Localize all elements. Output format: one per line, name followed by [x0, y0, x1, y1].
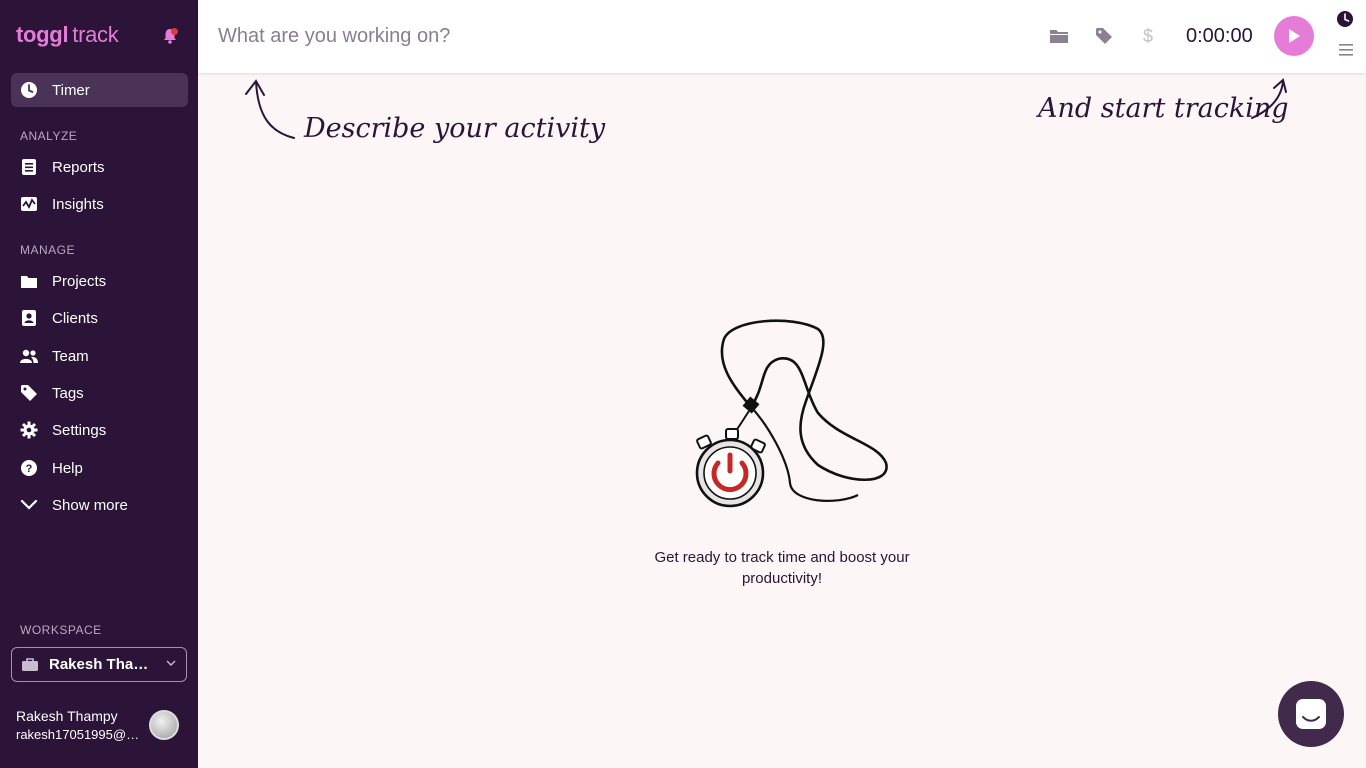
logo-brand: toggl — [16, 22, 69, 47]
sidebar-item-label: Show more — [52, 496, 128, 514]
description-input[interactable] — [218, 20, 918, 52]
sidebar-item-projects[interactable]: Projects — [11, 264, 188, 298]
start-timer-button[interactable] — [1274, 16, 1314, 56]
hint-describe-activity: Describe your activity — [304, 113, 606, 144]
sidebar-item-label: Tags — [52, 384, 84, 402]
user-email[interactable]: rakesh17051995@gmail.com — [16, 727, 146, 742]
tag-icon[interactable] — [1093, 26, 1115, 46]
stopwatch-illustration — [695, 319, 888, 508]
timer-mode-clock-icon[interactable] — [1336, 10, 1354, 28]
svg-text:?: ? — [26, 463, 33, 475]
hint-arrow-left — [245, 79, 295, 139]
sidebar-item-clients[interactable]: Clients — [11, 301, 188, 335]
avatar[interactable] — [149, 710, 179, 740]
reports-icon — [19, 157, 39, 177]
sidebar-item-reports[interactable]: Reports — [11, 150, 188, 184]
timer-bar: $ 0:00:00 — [198, 0, 1366, 73]
sidebar-item-insights[interactable]: Insights — [11, 187, 188, 221]
svg-text:$: $ — [1143, 26, 1153, 46]
team-icon — [19, 346, 39, 366]
sidebar-item-label: Insights — [52, 195, 104, 213]
briefcase-icon — [22, 658, 38, 671]
project-folder-icon[interactable] — [1048, 26, 1070, 46]
chevron-down-icon — [19, 495, 39, 515]
sidebar-item-team[interactable]: Team — [11, 339, 188, 373]
section-label-workspace: WORKSPACE — [20, 623, 102, 637]
insights-icon — [19, 194, 39, 214]
support-chat-button[interactable] — [1278, 681, 1344, 747]
logo-product: track — [72, 22, 119, 47]
user-name[interactable]: Rakesh Thampy — [16, 708, 118, 724]
section-label-manage: MANAGE — [20, 243, 76, 257]
manual-mode-list-icon[interactable] — [1338, 43, 1354, 57]
sidebar-item-label: Projects — [52, 272, 107, 290]
gear-icon — [19, 420, 39, 440]
client-icon — [19, 308, 39, 328]
sidebar-item-label: Settings — [52, 421, 107, 439]
chevron-down-icon — [166, 660, 176, 666]
timer-display: 0:00:00 — [1186, 25, 1253, 47]
billable-dollar-icon[interactable]: $ — [1137, 26, 1159, 46]
toggl-logo[interactable]: toggl track — [16, 22, 119, 48]
sidebar-item-label: Reports — [52, 158, 105, 176]
tag-icon — [19, 383, 39, 403]
sidebar-item-label: Timer — [52, 81, 90, 99]
workspace-selector[interactable]: Rakesh Thampy's workspace — [11, 647, 187, 682]
sidebar-item-show-more[interactable]: Show more — [11, 488, 188, 522]
notification-dot — [171, 28, 178, 35]
hint-arrow-right — [1251, 78, 1287, 119]
sidebar-item-timer[interactable]: Timer — [11, 73, 188, 107]
sidebar-item-help[interactable]: ? Help — [11, 451, 188, 485]
folder-icon — [19, 271, 39, 291]
section-label-analyze: ANALYZE — [20, 129, 78, 143]
help-icon: ? — [19, 458, 39, 478]
sidebar-item-label: Team — [52, 347, 89, 365]
sidebar-item-settings[interactable]: Settings — [11, 413, 188, 447]
empty-state-message: Get ready to track time and boost your p… — [654, 549, 910, 587]
chat-icon — [1296, 699, 1326, 729]
sidebar-item-label: Clients — [52, 309, 98, 327]
clock-icon — [19, 80, 39, 100]
play-icon — [1289, 29, 1300, 43]
sidebar-item-label: Help — [52, 459, 83, 477]
workspace-name: Rakesh Thampy's workspace — [49, 656, 161, 673]
sidebar-item-tags[interactable]: Tags — [11, 376, 188, 410]
sidebar: toggl track Timer ANALYZE Reports Insight… — [0, 0, 198, 768]
